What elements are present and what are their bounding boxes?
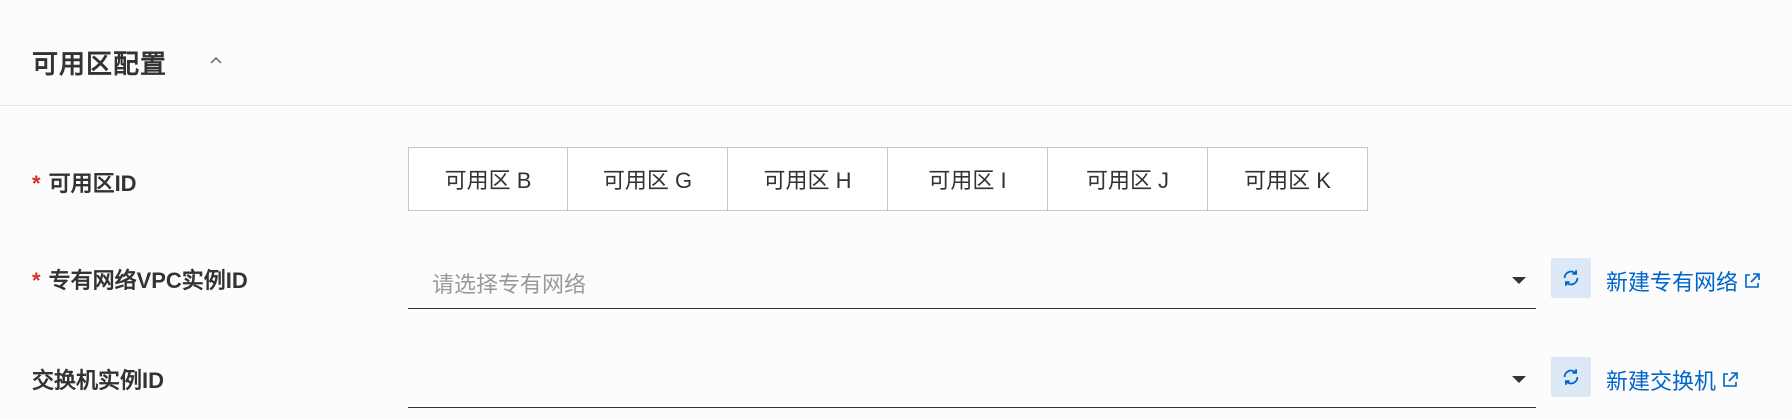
vpc-refresh-button[interactable] (1551, 258, 1591, 298)
caret-down-icon (1512, 277, 1526, 284)
vswitch-label: 交换机实例ID (32, 363, 164, 395)
zone-label-text: 可用区ID (48, 171, 137, 196)
required-star: * (32, 171, 41, 196)
external-link-icon (1745, 273, 1760, 288)
vpc-label-text: 专有网络VPC实例ID (48, 268, 248, 293)
create-vpc-link[interactable]: 新建专有网络 (1606, 265, 1762, 297)
refresh-icon (1563, 270, 1579, 286)
zone-option-k[interactable]: 可用区 K (1208, 148, 1367, 210)
zone-option-i[interactable]: 可用区 I (888, 148, 1048, 210)
create-vpc-link-text: 新建专有网络 (1606, 270, 1739, 295)
vpc-label: * 专有网络VPC实例ID (32, 263, 248, 295)
section-title: 可用区配置 (32, 49, 168, 79)
zone-label: * 可用区ID (32, 166, 137, 198)
vpc-select-placeholder: 请选择专有网络 (432, 272, 587, 297)
vswitch-label-text: 交换机实例ID (32, 368, 165, 393)
create-vswitch-link[interactable]: 新建交换机 (1606, 364, 1740, 396)
external-link-icon (1723, 372, 1738, 387)
zone-option-h[interactable]: 可用区 H (728, 148, 888, 210)
zone-option-g[interactable]: 可用区 G (568, 148, 728, 210)
zone-option-b[interactable]: 可用区 B (409, 148, 568, 210)
zone-button-group: 可用区 B 可用区 G 可用区 H 可用区 I 可用区 J 可用区 K (408, 147, 1368, 211)
chevron-up-icon[interactable] (208, 52, 224, 68)
zone-option-j[interactable]: 可用区 J (1048, 148, 1208, 210)
refresh-icon (1563, 369, 1579, 385)
section-header: 可用区配置 (0, 0, 1792, 106)
vpc-select[interactable]: 请选择专有网络 (408, 251, 1536, 309)
vswitch-refresh-button[interactable] (1551, 357, 1591, 397)
create-vswitch-link-text: 新建交换机 (1606, 369, 1717, 394)
vswitch-select[interactable] (408, 350, 1536, 408)
caret-down-icon (1512, 376, 1526, 383)
required-star: * (32, 268, 41, 293)
